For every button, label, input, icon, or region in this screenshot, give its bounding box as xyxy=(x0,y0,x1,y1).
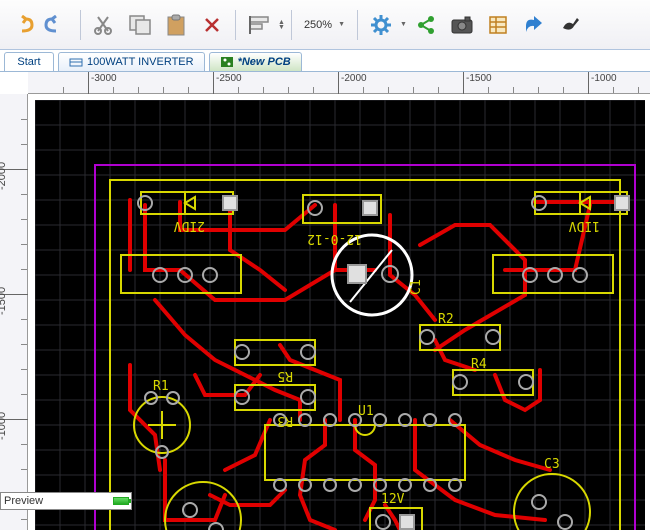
svg-text:R2: R2 xyxy=(438,312,454,327)
tab-schematic[interactable]: 100WATT INVERTER xyxy=(58,52,205,71)
svg-text:R1: R1 xyxy=(153,379,169,394)
settings-button[interactable] xyxy=(364,8,398,42)
settings-dropdown-icon[interactable]: ▼ xyxy=(400,22,407,27)
battery-icon xyxy=(113,497,129,505)
share-button[interactable] xyxy=(409,8,443,42)
schematic-icon xyxy=(69,56,83,68)
svg-text:R4: R4 xyxy=(471,357,487,372)
pcb-canvas[interactable]: 2IDV 1IDV 12-0-12 R2 R4 R5 R3 R1 U1 C1 C… xyxy=(35,100,645,530)
svg-text:12-0-12: 12-0-12 xyxy=(307,231,362,246)
main-toolbar: ▲▼ 250%▼ ▼ xyxy=(0,0,650,50)
svg-text:2IDV: 2IDV xyxy=(174,218,205,233)
canvas-area: -3000 -2500 -2000 -1500 -1000 -2000 -150… xyxy=(0,72,650,530)
tab-start[interactable]: Start xyxy=(4,52,54,71)
paste-button[interactable] xyxy=(159,8,193,42)
document-tabs: Start 100WATT INVERTER *New PCB xyxy=(0,50,650,72)
camera-button[interactable] xyxy=(445,8,479,42)
align-button[interactable] xyxy=(242,8,276,42)
svg-text:R5: R5 xyxy=(277,368,293,383)
copy-button[interactable] xyxy=(123,8,157,42)
svg-text:C1: C1 xyxy=(409,279,424,295)
bom-button[interactable] xyxy=(481,8,515,42)
vertical-ruler: -2000 -1500 -1000 xyxy=(0,94,28,530)
export-button[interactable] xyxy=(517,8,551,42)
preview-label: Preview xyxy=(4,495,43,507)
undo-button[interactable] xyxy=(4,8,38,42)
cut-button[interactable] xyxy=(87,8,121,42)
zoom-display[interactable]: 250%▼ xyxy=(298,19,351,31)
zoom-value: 250% xyxy=(304,19,332,31)
svg-text:C3: C3 xyxy=(544,457,560,472)
svg-text:R3: R3 xyxy=(277,413,293,428)
svg-text:U1: U1 xyxy=(358,404,374,419)
misc-tool-button[interactable] xyxy=(553,8,587,42)
horizontal-ruler: -3000 -2500 -2000 -1500 -1000 xyxy=(28,72,650,94)
redo-button[interactable] xyxy=(40,8,74,42)
pcb-icon xyxy=(220,56,234,68)
delete-button[interactable] xyxy=(195,8,229,42)
svg-text:12V: 12V xyxy=(381,492,405,507)
preview-panel[interactable]: Preview xyxy=(0,492,132,510)
tab-pcb-active[interactable]: *New PCB xyxy=(209,52,302,71)
align-dropdown-icon[interactable]: ▲▼ xyxy=(278,20,285,30)
svg-text:1IDV: 1IDV xyxy=(569,218,600,233)
